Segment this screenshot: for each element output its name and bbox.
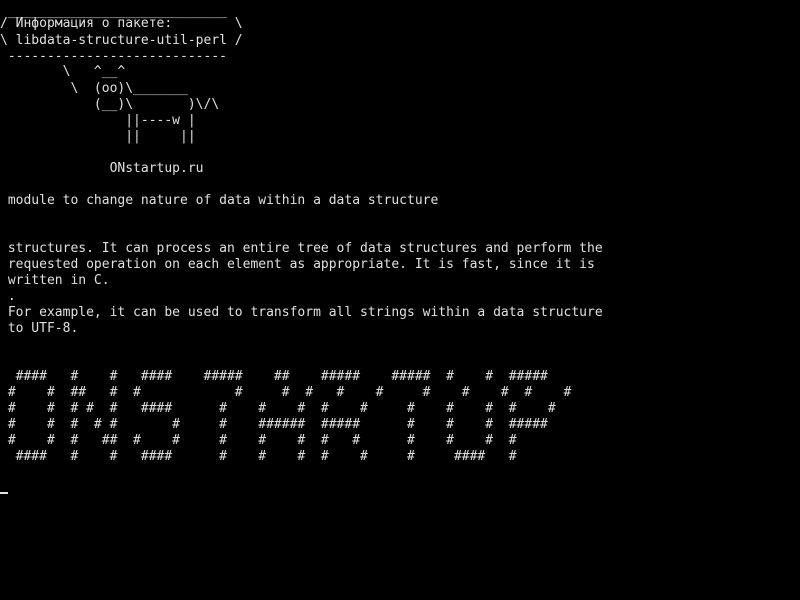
description-line-1: structures. It can process an entire tre… [0,241,603,256]
ascii-cow-line-4: ||----w | [0,113,196,128]
terminal-screen[interactable]: ____________________________ / Информаци… [0,0,800,600]
speech-bubble-line-1: / Информация о пакете: \ [0,16,243,31]
ascii-cow-line-2: \ (oo)\_______ [0,81,188,96]
description-line-3: written in C. [0,273,110,288]
text-cursor [0,492,8,494]
description-line-4: . [0,289,16,304]
ascii-cow-line-3: (__)\ )\/\ [0,97,220,112]
ascii-cow-line-5: || || [0,129,196,144]
banner-row-2: # # ## # # # # # # # # # # # # [0,385,572,400]
banner-row-1: #### # # #### ##### ## ##### ##### # # #… [0,369,548,384]
description-line-2: requested operation on each element as a… [0,257,595,272]
description-line-5: For example, it can be used to transform… [0,305,603,320]
banner-row-4: # # # # # # # ###### ##### # # # ##### [0,417,548,432]
description-line-6: to UTF-8. [0,321,79,336]
banner-row-5: # # # ## # # # # # # # # # # # [0,433,517,448]
banner-row-6: #### # # #### # # # # # # #### # [0,449,517,464]
speech-bubble-line-2: \ libdata-structure-util-perl / [0,33,243,48]
speech-bubble-bottom: ---------------------------- [0,49,227,64]
package-summary: module to change nature of data within a… [0,193,439,208]
site-name: ONstartup.ru [0,161,204,176]
ascii-cow-line-1: \ ^__^ [0,64,126,79]
banner-row-3: # # # # # #### # # # # # # # # # # [0,401,556,416]
